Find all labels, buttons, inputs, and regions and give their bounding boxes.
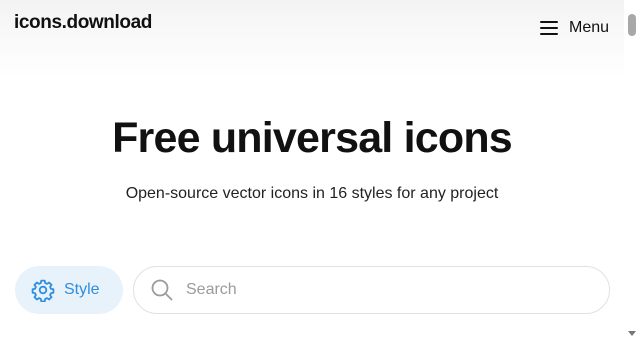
site-header: icons.download Menu bbox=[0, 0, 624, 80]
search-icon bbox=[151, 279, 173, 301]
page-title: Free universal icons bbox=[112, 114, 513, 162]
scrollbar-thumb[interactable] bbox=[628, 14, 636, 36]
menu-label: Menu bbox=[569, 19, 610, 36]
search-input[interactable] bbox=[184, 280, 588, 300]
page-scrollbar[interactable] bbox=[624, 0, 640, 341]
style-button[interactable]: Style bbox=[15, 266, 123, 314]
hamburger-icon bbox=[540, 21, 558, 35]
search-box[interactable] bbox=[133, 266, 610, 314]
site-logo[interactable]: icons.download bbox=[14, 12, 152, 34]
gear-icon bbox=[31, 279, 55, 302]
scroll-down-arrow-icon[interactable] bbox=[628, 331, 636, 336]
style-button-label: Style bbox=[64, 281, 100, 298]
menu-button[interactable]: Menu bbox=[540, 16, 609, 40]
page-subtitle: Open-source vector icons in 16 styles fo… bbox=[125, 185, 499, 202]
